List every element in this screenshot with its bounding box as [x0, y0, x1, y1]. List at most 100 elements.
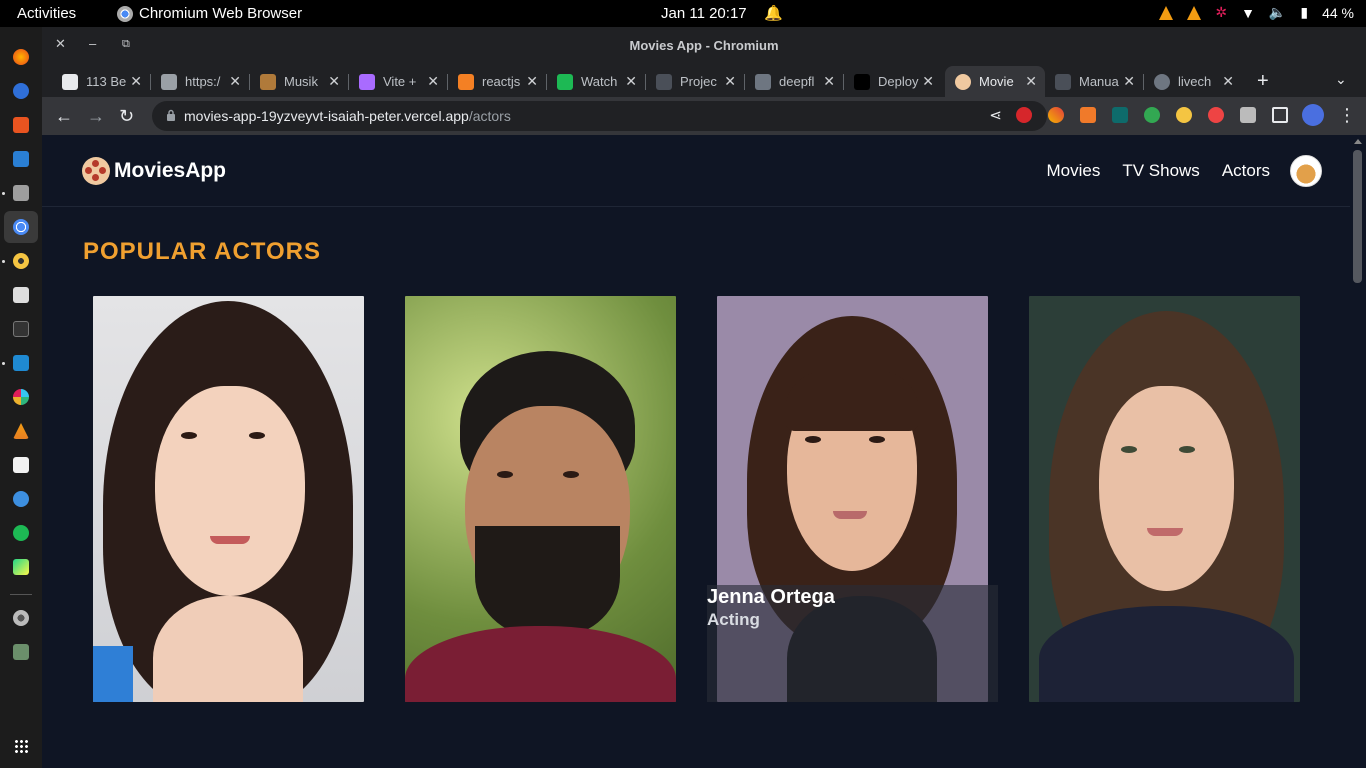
more-menu-icon[interactable]: ⋮ — [1338, 105, 1356, 126]
close-tab-icon[interactable]: ✕ — [625, 73, 637, 90]
lock-icon[interactable] — [166, 109, 176, 121]
clock[interactable]: Jan 11 20:17 — [661, 5, 747, 22]
reload-icon[interactable]: ↻ — [119, 106, 134, 127]
close-tab-icon[interactable]: ✕ — [229, 73, 241, 90]
tab-favicon-icon — [458, 73, 474, 90]
close-tab-icon[interactable]: ✕ — [526, 73, 538, 90]
vlc-icon[interactable] — [13, 423, 29, 439]
url-text[interactable]: movies-app-19yzveyvt-isaiah-peter.vercel… — [184, 108, 511, 124]
tab[interactable]: Deploy ✕ — [844, 66, 942, 97]
tab-search-chevron-icon[interactable]: ⌄ — [1335, 71, 1347, 88]
address-bar[interactable]: movies-app-19yzveyvt-isaiah-peter.vercel… — [152, 101, 1047, 131]
activities-button[interactable]: Activities — [17, 5, 76, 22]
tab-title: Projec — [680, 74, 717, 89]
files-icon[interactable] — [13, 185, 29, 201]
bell-icon: 🔔 — [764, 5, 783, 22]
tab[interactable]: 113 Be ✕ — [52, 66, 151, 97]
vlc-tray-icon-2[interactable] — [1187, 5, 1202, 20]
help-icon[interactable] — [13, 491, 29, 507]
slack-tray-icon[interactable]: ✲ — [1215, 4, 1227, 21]
page-scrollbar[interactable] — [1350, 135, 1366, 768]
tab-title: livech — [1178, 74, 1212, 89]
tab-title: Movie — [979, 74, 1014, 89]
disk-icon[interactable] — [13, 610, 29, 626]
terminal-icon[interactable] — [13, 321, 29, 337]
profile-avatar[interactable] — [1302, 104, 1324, 126]
app-menu[interactable]: Chromium Web Browser — [117, 5, 302, 22]
wifi-icon: ▼ — [1241, 4, 1255, 21]
system-tray[interactable]: ✲ ▼ 🔈 ▮ 44 % — [1159, 4, 1354, 21]
extension-icon-6[interactable] — [1176, 107, 1192, 123]
close-tab-icon[interactable]: ✕ — [823, 73, 835, 90]
tab-title: Vite + — [383, 74, 417, 89]
show-apps-icon[interactable] — [14, 739, 28, 753]
tab[interactable]: livech ✕ — [1144, 66, 1242, 97]
chromium-dock-icon[interactable] — [13, 219, 29, 235]
nav-link-actors[interactable]: Actors — [1222, 161, 1270, 181]
firefox-icon[interactable] — [13, 49, 29, 65]
tab[interactable]: deepfl ✕ — [745, 66, 844, 97]
thunderbird-icon[interactable] — [13, 83, 29, 99]
tab[interactable]: Vite + ✕ — [349, 66, 448, 97]
writer-icon[interactable] — [13, 151, 29, 167]
tab[interactable]: reactjs ✕ — [448, 66, 547, 97]
actor-card[interactable] — [405, 296, 676, 702]
slack-icon[interactable] — [13, 389, 29, 405]
text-editor-icon[interactable] — [13, 457, 29, 473]
close-tab-icon[interactable]: ✕ — [1123, 73, 1135, 90]
nav-link-tv-shows[interactable]: TV Shows — [1122, 161, 1199, 181]
add-extension-icon[interactable] — [1144, 107, 1160, 123]
user-avatar[interactable] — [1290, 155, 1322, 187]
actor-info-overlay: Jenna Ortega Acting — [707, 585, 998, 702]
actor-department: Acting — [707, 610, 760, 629]
tab-title: Manua — [1079, 74, 1119, 89]
close-tab-icon[interactable]: ✕ — [724, 73, 736, 90]
tab[interactable]: Projec ✕ — [646, 66, 745, 97]
close-tab-icon[interactable]: ✕ — [427, 73, 439, 90]
tab[interactable]: https:/ ✕ — [151, 66, 250, 97]
app-navbar: MoviesApp Movies TV Shows Actors — [42, 135, 1350, 207]
tab-active[interactable]: Movie ✕ — [945, 66, 1045, 97]
side-panel-icon[interactable] — [1272, 107, 1288, 123]
chromium-icon — [117, 5, 133, 22]
close-tab-icon[interactable]: ✕ — [328, 73, 340, 90]
tab-favicon-icon — [656, 73, 672, 90]
vlc-tray-icon[interactable] — [1159, 5, 1174, 20]
close-tab-icon[interactable]: ✕ — [130, 73, 142, 90]
back-arrow-icon[interactable]: ← — [55, 106, 73, 127]
trash-icon[interactable] — [13, 644, 29, 660]
scrollbar-thumb[interactable] — [1353, 150, 1362, 283]
running-indicator-3 — [2, 362, 5, 365]
spotify-icon[interactable] — [13, 525, 29, 541]
software-center-icon[interactable] — [13, 117, 29, 133]
color-picker-extension-icon[interactable] — [1048, 107, 1064, 123]
close-tab-icon[interactable]: ✕ — [1222, 73, 1234, 90]
share-icon[interactable]: ⋖ — [989, 106, 1002, 124]
brand-logo[interactable]: MoviesApp — [82, 157, 226, 185]
close-tab-icon[interactable]: ✕ — [922, 73, 934, 90]
close-tab-icon[interactable]: ✕ — [1025, 73, 1037, 90]
extension-icon-7[interactable] — [1208, 107, 1224, 123]
adblock-extension-icon[interactable] — [1016, 107, 1032, 123]
settings-panel-icon[interactable] — [13, 287, 29, 303]
tab[interactable]: Musik ✕ — [250, 66, 349, 97]
forward-arrow-icon[interactable]: → — [87, 106, 105, 127]
main-nav: Movies TV Shows Actors — [1046, 161, 1270, 181]
tab[interactable]: Watch ✕ — [547, 66, 646, 97]
vscode-icon[interactable] — [13, 355, 29, 371]
running-indicator — [2, 192, 5, 195]
actor-card[interactable] — [1029, 296, 1300, 702]
actor-card[interactable] — [93, 296, 364, 702]
new-tab-button[interactable]: + — [1257, 70, 1269, 93]
tab-favicon-icon — [955, 73, 971, 90]
rhythmbox-icon[interactable] — [13, 253, 29, 269]
scroll-up-arrow-icon[interactable] — [1354, 139, 1362, 144]
nav-link-movies[interactable]: Movies — [1046, 161, 1100, 181]
tab[interactable]: Manua ✕ — [1045, 66, 1144, 97]
extension-icon-4[interactable] — [1112, 107, 1128, 123]
extension-icon-3[interactable] — [1080, 107, 1096, 123]
pycharm-icon[interactable] — [13, 559, 29, 575]
puzzle-extensions-icon[interactable] — [1240, 107, 1256, 123]
actor-photo — [93, 296, 364, 702]
actor-photo — [1029, 296, 1300, 702]
